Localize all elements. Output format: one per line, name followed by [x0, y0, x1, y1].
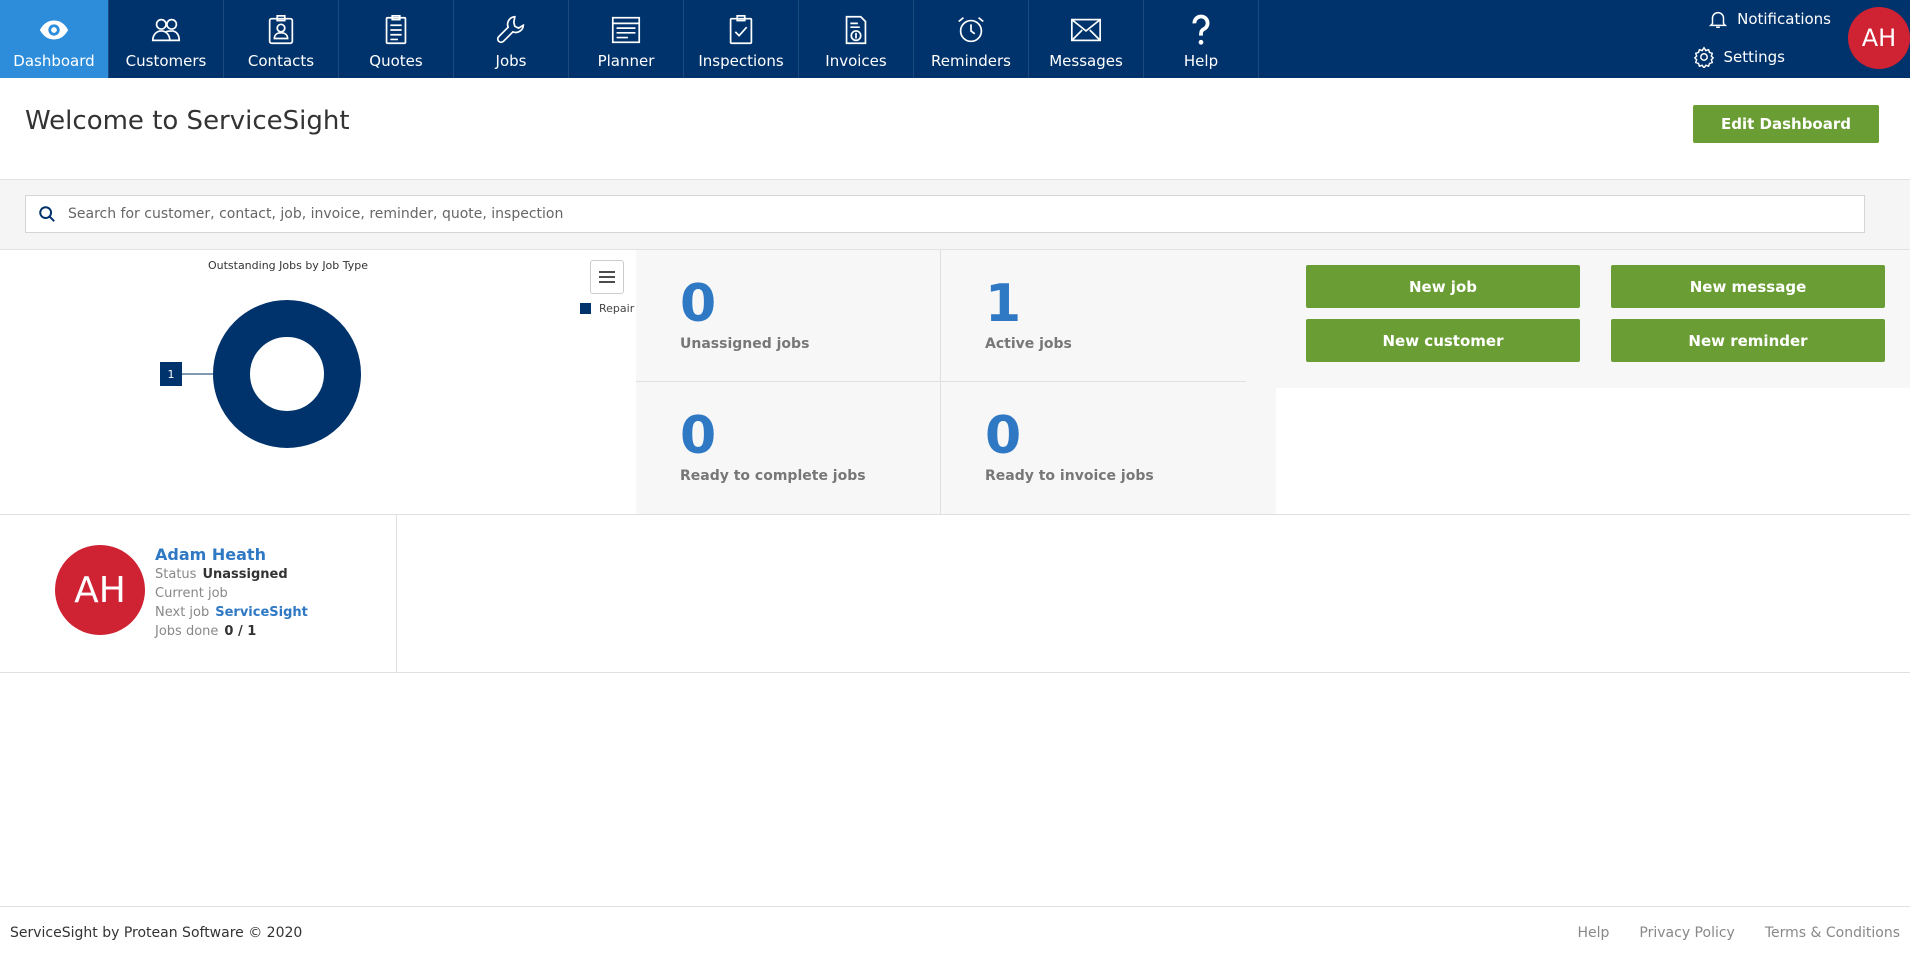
nav-label: Quotes: [369, 52, 423, 70]
invoice-icon: [838, 12, 874, 48]
technician-status-row: Status Unassigned: [155, 567, 288, 582]
clipboard-check-icon: [723, 12, 759, 48]
legend-swatch: [580, 303, 591, 314]
job-stats: 0 Unassigned jobs 1 Active jobs 0 Ready …: [636, 250, 1276, 514]
technician-name[interactable]: Adam Heath: [155, 545, 266, 564]
stat-ready-to-invoice-jobs[interactable]: 0 Ready to invoice jobs: [941, 382, 1246, 514]
question-icon: [1183, 12, 1219, 48]
search-band: [0, 180, 1910, 250]
nav-label: Invoices: [825, 52, 887, 70]
stat-value: 1: [985, 274, 1022, 334]
chart-menu-button[interactable]: [590, 260, 624, 294]
bell-icon: [1709, 11, 1728, 28]
search-input[interactable]: [68, 196, 1864, 232]
donut-chart: 1: [160, 300, 361, 448]
wrench-icon: [493, 12, 529, 48]
stat-label: Active jobs: [985, 336, 1072, 352]
nav-planner[interactable]: Planner: [569, 0, 684, 78]
status-label: Status: [155, 567, 197, 582]
footer-links: Help Privacy Policy Terms & Conditions: [1578, 925, 1901, 941]
search-box: [25, 195, 1865, 233]
jobs-done-label: Jobs done: [155, 624, 219, 639]
data-label: 1: [168, 368, 175, 381]
gear-icon: [1694, 46, 1715, 68]
status-value: Unassigned: [202, 567, 288, 582]
edit-dashboard-button[interactable]: Edit Dashboard: [1693, 105, 1879, 143]
stat-label: Unassigned jobs: [680, 336, 810, 352]
eye-icon: [36, 12, 72, 48]
notifications-label: Notifications: [1737, 10, 1831, 28]
hamburger-icon: [599, 271, 615, 283]
nav-dashboard[interactable]: Dashboard: [0, 0, 109, 78]
stat-label: Ready to invoice jobs: [985, 468, 1154, 484]
users-icon: [148, 12, 184, 48]
current-job-label: Current job: [155, 586, 228, 601]
nav-label: Dashboard: [13, 52, 95, 70]
outstanding-jobs-chart: 1 Outstanding Jobs by Job Type Repair: [0, 250, 636, 514]
new-job-button[interactable]: New job: [1306, 265, 1580, 308]
stat-value: 0: [680, 406, 717, 466]
nav-label: Planner: [597, 52, 655, 70]
nav-label: Messages: [1049, 52, 1123, 70]
nav-help[interactable]: Help: [1144, 0, 1259, 78]
stat-label: Ready to complete jobs: [680, 468, 866, 484]
nav-label: Inspections: [698, 52, 784, 70]
footer-terms-link[interactable]: Terms & Conditions: [1765, 925, 1900, 941]
envelope-icon: [1068, 12, 1104, 48]
donut-slice-repair[interactable]: [213, 300, 361, 448]
settings-label: Settings: [1723, 48, 1785, 66]
nav-customers[interactable]: Customers: [109, 0, 224, 78]
next-job-link[interactable]: ServiceSight: [215, 605, 308, 620]
chart-title: Outstanding Jobs by Job Type: [207, 259, 369, 272]
footer: ServiceSight by Protean Software © 2020 …: [0, 906, 1910, 965]
technician-avatar: AH: [55, 545, 145, 635]
search-icon: [26, 205, 68, 223]
page-title: Welcome to ServiceSight: [25, 106, 350, 136]
technician-next-job-row: Next job ServiceSight: [155, 605, 308, 620]
next-job-label: Next job: [155, 605, 210, 620]
stat-ready-to-complete-jobs[interactable]: 0 Ready to complete jobs: [636, 382, 941, 514]
nav-label: Reminders: [931, 52, 1011, 70]
section-divider: [0, 672, 1910, 673]
footer-copyright: ServiceSight by Protean Software © 2020: [10, 925, 303, 941]
quote-document-icon: [378, 12, 414, 48]
settings-link[interactable]: Settings: [1693, 46, 1785, 68]
footer-help-link[interactable]: Help: [1578, 925, 1610, 941]
new-reminder-button[interactable]: New reminder: [1611, 319, 1885, 362]
quick-actions: New job New message New customer New rem…: [1276, 250, 1910, 388]
notifications-link[interactable]: Notifications: [1707, 8, 1831, 30]
nav-invoices[interactable]: Invoices: [799, 0, 914, 78]
new-message-button[interactable]: New message: [1611, 265, 1885, 308]
nav-label: Contacts: [247, 52, 315, 70]
nav-label: Help: [1183, 52, 1219, 70]
nav-quotes[interactable]: Quotes: [339, 0, 454, 78]
legend-label: Repair: [599, 302, 635, 315]
chart-legend[interactable]: Repair: [580, 302, 634, 315]
page-header: Welcome to ServiceSight Edit Dashboard: [0, 78, 1910, 180]
stat-value: 0: [985, 406, 1022, 466]
user-avatar[interactable]: AH: [1848, 7, 1910, 69]
nav-contacts[interactable]: Contacts: [224, 0, 339, 78]
new-customer-button[interactable]: New customer: [1306, 319, 1580, 362]
stat-unassigned-jobs[interactable]: 0 Unassigned jobs: [636, 250, 941, 382]
technician-jobs-done-row: Jobs done 0 / 1: [155, 624, 256, 639]
technician-current-job-row: Current job: [155, 586, 228, 601]
nav-inspections[interactable]: Inspections: [684, 0, 799, 78]
jobs-done-value: 0 / 1: [224, 624, 257, 639]
nav-label: Customers: [125, 52, 207, 70]
alarm-clock-icon: [953, 12, 989, 48]
stat-active-jobs[interactable]: 1 Active jobs: [941, 250, 1246, 382]
footer-privacy-link[interactable]: Privacy Policy: [1639, 925, 1734, 941]
top-navigation: Dashboard Customers Contacts Quotes Jobs…: [0, 0, 1910, 78]
nav-reminders[interactable]: Reminders: [914, 0, 1029, 78]
nav-messages[interactable]: Messages: [1029, 0, 1144, 78]
calendar-icon: [608, 12, 644, 48]
technician-card: AH Adam Heath Status Unassigned Current j…: [0, 515, 397, 672]
contact-card-icon: [263, 12, 299, 48]
stat-value: 0: [680, 274, 717, 334]
nav-right: Notifications Settings AH: [1694, 0, 1910, 78]
nav-jobs[interactable]: Jobs: [454, 0, 569, 78]
nav-label: Jobs: [495, 52, 527, 70]
